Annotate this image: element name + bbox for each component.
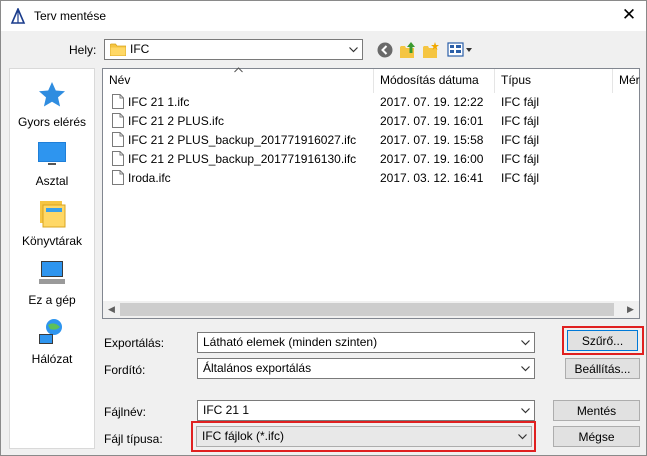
place-quick-access[interactable]: Gyors elérés <box>10 79 94 129</box>
file-row[interactable]: IFC 21 2 PLUS_backup_201771916130.ifc 20… <box>103 150 623 169</box>
file-name: IFC 21 2 PLUS.ifc <box>128 114 225 128</box>
save-button[interactable]: Mentés <box>553 400 640 421</box>
export-value: Látható elemek (minden szinten) <box>203 335 378 349</box>
file-row[interactable]: Iroda.ifc 2017. 03. 12. 16:41 IFC fájl <box>103 169 623 188</box>
file-row[interactable]: IFC 21 2 PLUS_backup_201771916027.ifc 20… <box>103 131 623 150</box>
file-name: IFC 21 1.ifc <box>128 95 190 109</box>
chevron-down-icon[interactable] <box>514 427 531 446</box>
location-dropdown[interactable]: IFC <box>104 39 363 60</box>
new-folder-icon[interactable] <box>422 41 440 59</box>
chevron-down-icon[interactable] <box>345 40 362 59</box>
scrollbar-thumb[interactable] <box>120 303 614 316</box>
title-bar: Terv mentése ✕ <box>1 1 646 31</box>
filter-button[interactable]: Szűrő... <box>567 330 638 351</box>
place-label: Gyors elérés <box>17 115 87 129</box>
file-type: IFC fájl <box>501 114 540 128</box>
places-bar: Gyors elérés Asztal Könyvtárak Ez a gép … <box>9 68 95 449</box>
file-date: 2017. 03. 12. 16:41 <box>380 171 484 185</box>
up-folder-icon[interactable] <box>399 41 417 59</box>
place-desktop[interactable]: Asztal <box>10 138 94 188</box>
this-pc-icon <box>36 257 68 289</box>
app-icon <box>10 8 26 24</box>
file-type: IFC fájl <box>501 171 540 185</box>
column-header-type[interactable]: Típus <box>495 69 613 93</box>
network-icon <box>36 316 68 348</box>
location-value: IFC <box>130 42 150 56</box>
quick-access-icon <box>36 79 68 111</box>
translator-label: Fordító: <box>104 363 146 377</box>
column-header-name[interactable]: Név <box>103 67 374 93</box>
view-menu-icon[interactable] <box>447 41 473 59</box>
filetype-dropdown[interactable]: IFC fájlok (*.ifc) <box>196 426 532 447</box>
save-dialog: Terv mentése ✕ Hely: IFC Gyors elérés As… <box>0 0 647 456</box>
translator-dropdown[interactable]: Általános exportálás <box>197 358 535 379</box>
column-header-date[interactable]: Módosítás dátuma <box>374 69 495 93</box>
file-type: IFC fájl <box>501 95 540 109</box>
folder-icon <box>110 43 126 56</box>
place-label: Könyvtárak <box>21 234 83 248</box>
settings-button[interactable]: Beállítás... <box>565 358 640 379</box>
column-header-size[interactable]: Mér <box>613 69 643 93</box>
file-date: 2017. 07. 19. 12:22 <box>380 95 484 109</box>
horizontal-scrollbar[interactable]: ◀ ▶ <box>103 301 639 318</box>
file-icon <box>112 132 124 147</box>
column-header-label: Típus <box>501 73 532 87</box>
file-name: IFC 21 2 PLUS_backup_201771916027.ifc <box>128 133 357 147</box>
column-header-label: Mér <box>619 73 640 87</box>
scroll-left-icon[interactable]: ◀ <box>103 301 120 318</box>
place-label: Ez a gép <box>28 293 76 307</box>
window-title: Terv mentése <box>34 9 107 23</box>
export-label: Exportálás: <box>104 336 165 350</box>
scroll-right-icon[interactable]: ▶ <box>622 301 639 318</box>
place-network[interactable]: Hálózat <box>10 316 94 366</box>
file-icon <box>112 151 124 166</box>
column-header-label: Név <box>109 73 131 87</box>
filetype-label: Fájl típusa: <box>104 432 163 446</box>
filetype-value: IFC fájlok (*.ifc) <box>202 429 285 443</box>
file-row[interactable]: IFC 21 1.ifc 2017. 07. 19. 12:22 IFC fáj… <box>103 93 623 112</box>
close-icon[interactable]: ✕ <box>612 1 646 31</box>
export-dropdown[interactable]: Látható elemek (minden szinten) <box>197 332 535 353</box>
sort-ascending-icon <box>234 67 243 73</box>
place-this-pc[interactable]: Ez a gép <box>10 257 94 307</box>
file-date: 2017. 07. 19. 16:00 <box>380 152 484 166</box>
file-list[interactable]: Név Módosítás dátuma Típus Mér IFC 21 1.… <box>102 67 643 319</box>
place-label: Asztal <box>35 174 69 188</box>
file-row[interactable]: IFC 21 2 PLUS.ifc 2017. 07. 19. 16:01 IF… <box>103 112 623 131</box>
file-date: 2017. 07. 19. 16:01 <box>380 114 484 128</box>
file-type: IFC fájl <box>501 152 540 166</box>
location-label: Hely: <box>69 43 97 57</box>
file-name: IFC 21 2 PLUS_backup_201771916130.ifc <box>128 152 357 166</box>
chevron-down-icon[interactable] <box>517 401 534 420</box>
chevron-down-icon[interactable] <box>517 359 534 378</box>
desktop-icon <box>36 138 68 170</box>
column-header-label: Módosítás dátuma <box>380 73 479 87</box>
place-libraries[interactable]: Könyvtárak <box>10 198 94 248</box>
file-date: 2017. 07. 19. 15:58 <box>380 133 484 147</box>
translator-value: Általános exportálás <box>203 361 312 375</box>
filename-input[interactable]: IFC 21 1 <box>197 400 535 421</box>
file-type: IFC fájl <box>501 133 540 147</box>
file-icon <box>112 113 124 128</box>
file-icon <box>112 94 124 109</box>
chevron-down-icon[interactable] <box>517 333 534 352</box>
file-name: Iroda.ifc <box>128 171 171 185</box>
file-icon <box>112 170 124 185</box>
filename-label: Fájlnév: <box>104 405 147 419</box>
place-label: Hálózat <box>31 352 73 366</box>
cancel-button[interactable]: Mégse <box>553 426 640 447</box>
filename-value: IFC 21 1 <box>203 403 250 417</box>
libraries-icon <box>36 198 68 230</box>
back-icon[interactable] <box>376 41 394 59</box>
